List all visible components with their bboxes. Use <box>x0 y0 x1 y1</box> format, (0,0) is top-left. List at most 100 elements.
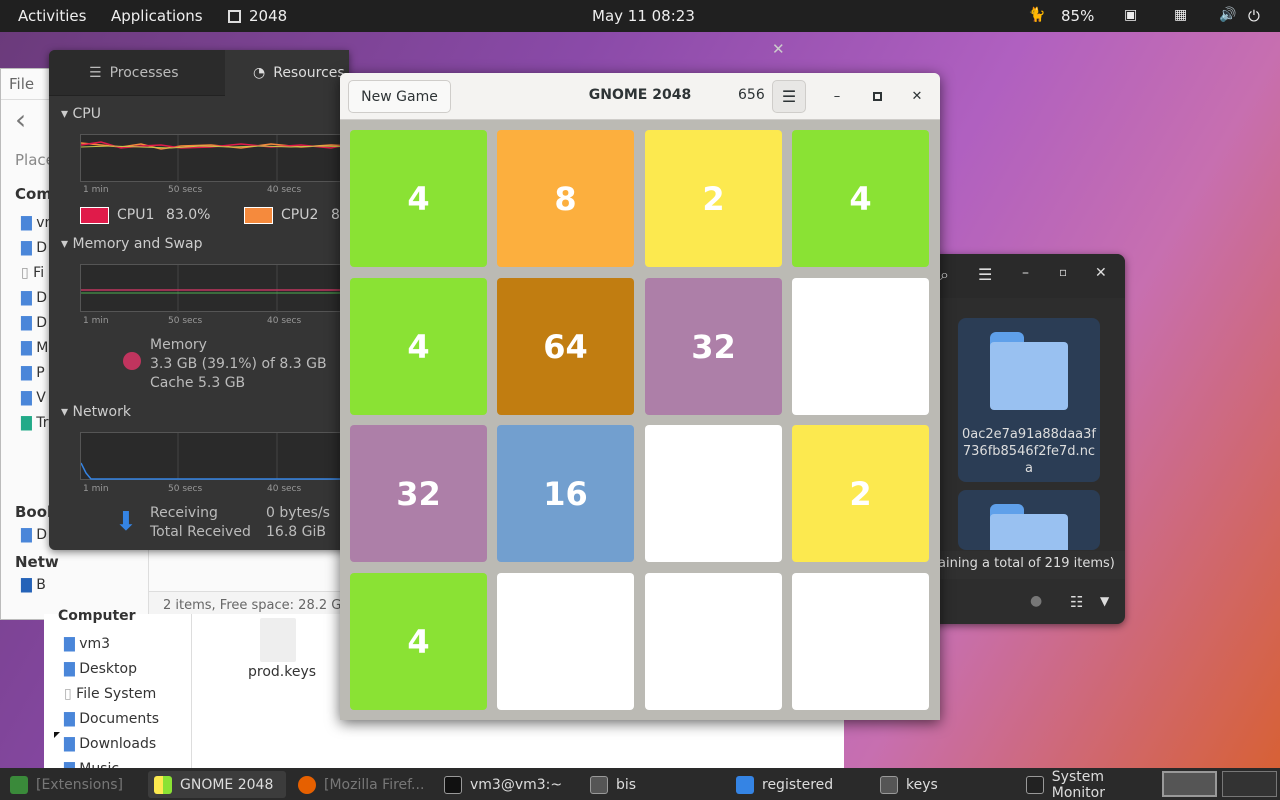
drive-icon: ▯ <box>64 686 72 702</box>
search-icon[interactable]: ⌕ <box>940 265 949 285</box>
file-name[interactable]: prod.keys <box>248 664 316 680</box>
task-gnome-2048[interactable]: GNOME 2048 <box>148 771 286 798</box>
memory-axis-label: 1 min <box>83 316 109 326</box>
folder-icon <box>990 504 1068 550</box>
tile-empty <box>792 573 929 710</box>
task-terminal[interactable]: vm3@vm3:~ <box>438 771 578 798</box>
cpu-axis-label: 1 min <box>83 185 109 195</box>
tile-64: 64 <box>497 278 634 415</box>
sysmon-header: bis ☰ Processes ◔ Resources <box>49 50 349 96</box>
file-cabinet-icon <box>590 775 608 794</box>
nautilus-header: ⌕ ☰ – ▫ ✕ <box>930 254 1125 298</box>
tab-resources[interactable]: ◔ Resources <box>225 50 349 96</box>
task-keys[interactable]: keys <box>874 771 1014 798</box>
minimize-icon[interactable]: – <box>1022 265 1029 281</box>
home-folder-icon: ▇ <box>64 636 75 652</box>
close-icon: ✕ <box>911 88 923 104</box>
tile-16: 16 <box>497 425 634 562</box>
back-arrow-icon[interactable]: ‹ <box>15 103 26 136</box>
tab-processes[interactable]: ☰ Processes <box>89 58 179 88</box>
menu-icon[interactable]: ☰ <box>978 265 992 284</box>
new-game-button[interactable]: New Game <box>348 80 451 113</box>
sidebar-item-documents[interactable]: ▇ Documents <box>64 707 159 732</box>
tile-32: 32 <box>350 425 487 562</box>
network-axis-label: 1 min <box>83 484 109 494</box>
taskbar: [Extensions] GNOME 2048 [Mozilla Firef..… <box>0 768 1280 800</box>
total-received-label: Total Received <box>150 524 251 540</box>
cpu2-color-swatch[interactable] <box>244 207 273 224</box>
tile-4: 4 <box>792 130 929 267</box>
sidebar-item-downloads[interactable]: ▇ Downloads <box>64 732 159 757</box>
sidebar-item-desktop[interactable]: ▇ Desktop <box>64 657 159 682</box>
app-menu[interactable]: 2048 <box>228 7 287 25</box>
window-list-icon[interactable]: ▦ <box>1174 7 1187 23</box>
file-icon[interactable] <box>260 618 296 662</box>
sidebar-item[interactable]: ▇ B <box>21 577 46 593</box>
close-icon[interactable]: ✕ <box>1095 265 1107 281</box>
folder-icon: ▇ <box>64 661 75 677</box>
folder-name: 0ac2e7a91a88daa3f736fb8546f2fe7d.nca <box>962 427 1096 476</box>
game-board: 4 8 2 4 4 64 32 32 16 2 4 <box>340 121 940 720</box>
mouse-cursor-icon <box>54 732 60 738</box>
task-system-monitor[interactable]: System Monitor <box>1020 769 1160 800</box>
activities-button[interactable]: Activities <box>18 7 86 25</box>
status-bar: aining a total of 219 items) <box>930 551 1125 579</box>
workspace-2[interactable] <box>1222 771 1277 797</box>
network-label: Netw <box>15 553 59 571</box>
chevron-down-icon[interactable]: ▼ <box>1100 594 1109 608</box>
system-monitor-window: bis ☰ Processes ◔ Resources ▾ CPU 1 min … <box>49 50 349 550</box>
task-registered[interactable]: registered <box>730 771 870 798</box>
folder-icon <box>990 332 1068 412</box>
task-firefox[interactable]: [Mozilla Firef... <box>292 771 432 798</box>
screen-icon[interactable]: ▣ <box>1124 7 1137 23</box>
status-text: aining a total of 219 items) <box>938 556 1115 571</box>
cache-value: Cache 5.3 GB <box>150 375 246 391</box>
minimize-button[interactable]: – <box>825 84 849 108</box>
folder-item[interactable] <box>958 490 1100 550</box>
close-button[interactable]: ✕ <box>905 84 929 108</box>
memory-graph-lines <box>81 265 349 313</box>
power-icon[interactable]: ⏻ <box>1248 7 1260 25</box>
cpu-axis-label: 50 secs <box>168 185 203 195</box>
maximize-button[interactable] <box>865 84 889 108</box>
battery-label[interactable]: 85% <box>1061 7 1094 25</box>
puzzle-icon <box>10 775 28 794</box>
network-section-toggle[interactable]: ▾ Network <box>61 404 131 420</box>
workspace-1[interactable] <box>1162 771 1217 797</box>
maximize-icon[interactable]: ▫ <box>1059 265 1067 279</box>
list-icon: ☰ <box>89 65 102 81</box>
gauge-icon: ◔ <box>253 65 266 81</box>
sidebar-item[interactable]: ▇ D <box>21 527 47 543</box>
download-arrow-icon: ⬇ <box>115 507 137 537</box>
task-extensions[interactable]: [Extensions] <box>4 771 144 798</box>
memory-graph <box>80 264 349 313</box>
cpu1-color-swatch[interactable] <box>80 207 109 224</box>
top-bar: Activities Applications 2048 May 11 08:2… <box>0 0 1280 32</box>
cat-icon[interactable]: 🐈 <box>1028 7 1045 23</box>
network-graph-lines <box>80 433 349 481</box>
menu-file[interactable]: File <box>9 75 34 93</box>
terminal-icon <box>444 775 462 794</box>
grid-icon <box>228 9 241 23</box>
tile-empty <box>792 278 929 415</box>
minimize-icon: – <box>833 88 841 104</box>
hamburger-icon: ☰ <box>781 87 797 106</box>
sidebar-item-vm3[interactable]: ▇ vm3 <box>64 632 159 657</box>
task-bis[interactable]: bis <box>584 771 724 798</box>
list-view-icon[interactable]: ☷ <box>1070 593 1083 611</box>
memory-section-toggle[interactable]: ▾ Memory and Swap <box>61 236 202 252</box>
sidebar: Computer ▇ vm3 ▇ Desktop ▯ File System ▇… <box>44 608 192 777</box>
file-cabinet-icon <box>880 775 898 794</box>
folder-item[interactable]: 0ac2e7a91a88daa3f736fb8546f2fe7d.nca <box>958 318 1100 482</box>
volume-icon[interactable]: 🔊 <box>1219 7 1236 23</box>
spinner-icon: ● <box>1030 593 1043 609</box>
tile-2: 2 <box>792 425 929 562</box>
sidebar-item-filesystem[interactable]: ▯ File System <box>64 682 159 707</box>
applications-menu[interactable]: Applications <box>111 7 203 25</box>
hamburger-menu-button[interactable]: ☰ <box>772 80 806 113</box>
close-icon[interactable]: ✕ <box>772 40 785 58</box>
cpu-section-toggle[interactable]: ▾ CPU <box>61 106 101 122</box>
maximize-icon <box>872 91 882 101</box>
tile-empty <box>497 573 634 710</box>
clock[interactable]: May 11 08:23 <box>592 7 695 25</box>
